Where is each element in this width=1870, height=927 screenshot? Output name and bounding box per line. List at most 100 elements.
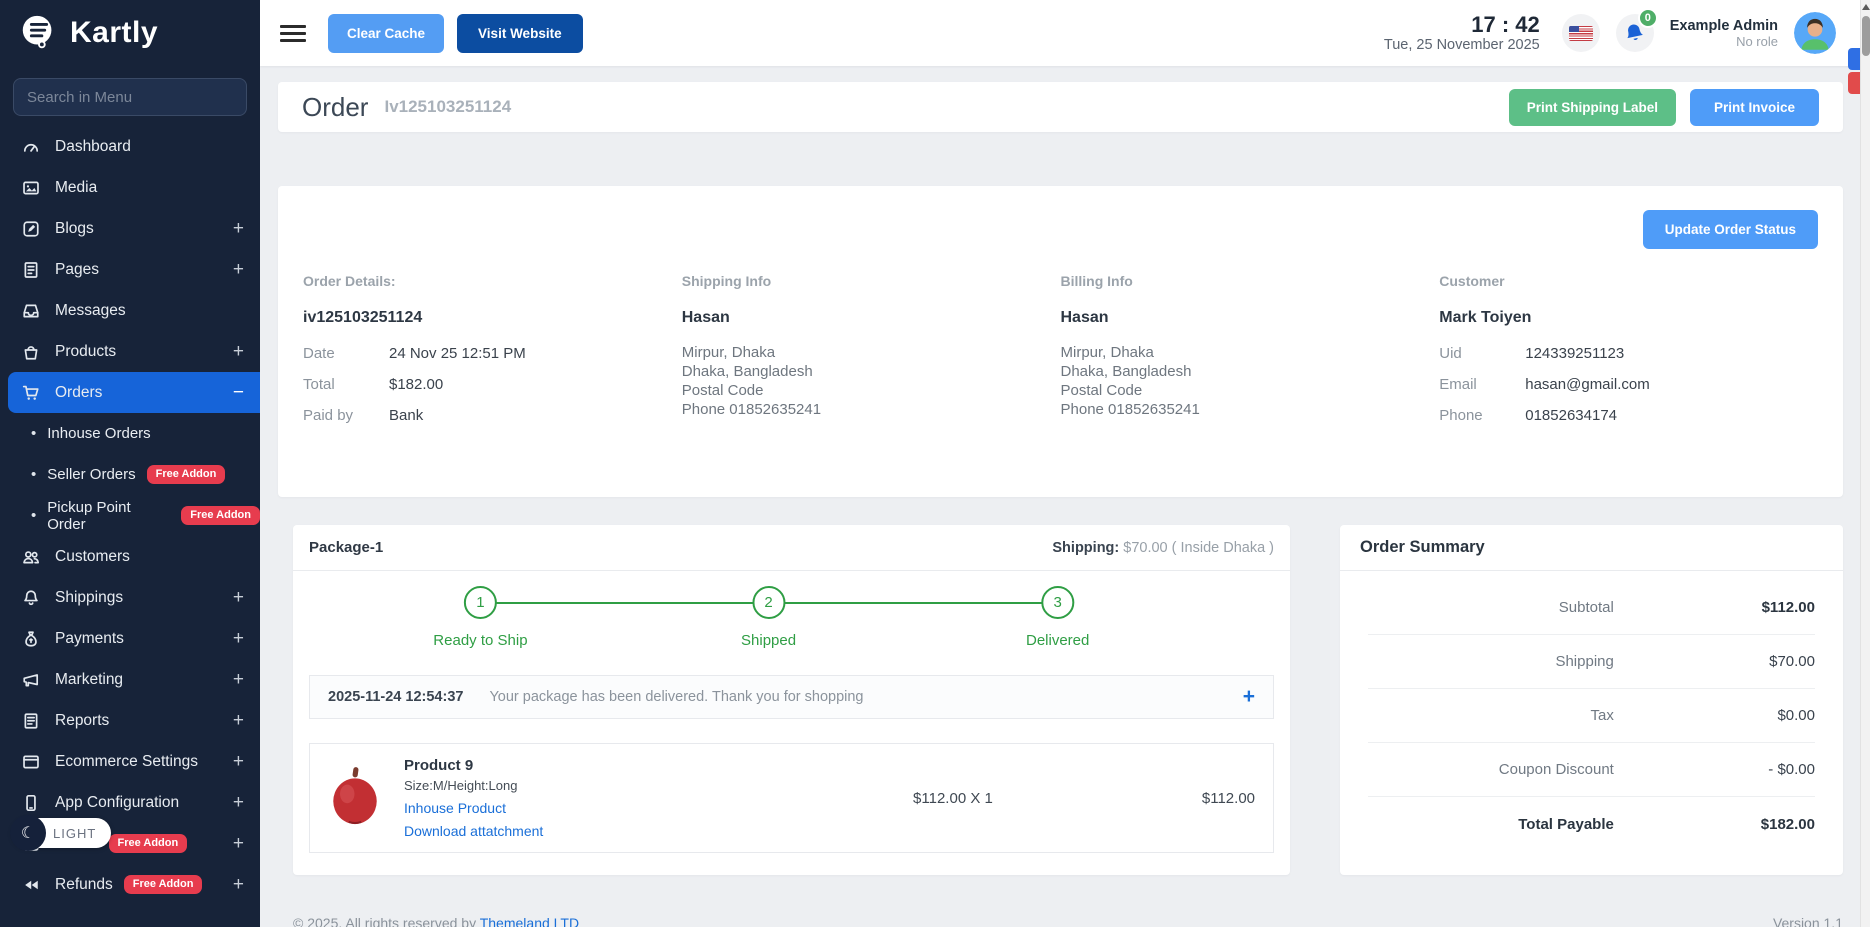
main-content: Order Iv125103251124 Print Shipping Labe… <box>260 66 1870 927</box>
sidebar-item-label: Customers <box>55 548 130 566</box>
notification-count-badge: 0 <box>1638 8 1658 28</box>
sidebar-item-label: Reports <box>55 712 109 730</box>
order-detail-label: Paid by <box>303 407 389 424</box>
customer-detail-value: 124339251123 <box>1525 345 1624 362</box>
expand-plus-icon[interactable]: + <box>233 875 244 894</box>
sidebar-item-label: Ecommerce Settings <box>55 753 198 771</box>
menu-search-input[interactable] <box>13 78 247 116</box>
sidebar-item-messages[interactable]: Messages <box>0 290 260 331</box>
expand-plus-icon[interactable]: + <box>233 834 244 853</box>
sidebar-item-products[interactable]: Products+ <box>0 331 260 372</box>
address-line: Phone 01852635241 <box>682 400 1031 419</box>
sidebar-item-media[interactable]: Media <box>0 167 260 208</box>
sidebar-menu: DashboardMediaBlogs+ Pages + MessagesProduc… <box>0 120 260 905</box>
summary-row-value: $112.00 <box>1614 599 1815 616</box>
sidebar-item-label: Orders <box>55 384 102 402</box>
print-invoice-button[interactable]: Print Invoice <box>1690 89 1819 126</box>
hamburger-menu-icon[interactable] <box>280 25 306 42</box>
order-info-columns: Order Details: iv125103251124 Date24 Nov… <box>303 273 1818 438</box>
print-shipping-label-button[interactable]: Print Shipping Label <box>1509 89 1676 126</box>
order-info-card: Update Order Status Order Details: iv125… <box>278 186 1843 497</box>
summary-row: Shipping$70.00 <box>1368 635 1815 689</box>
expand-plus-icon[interactable]: + <box>233 793 244 812</box>
sidebar-item-blogs[interactable]: Blogs+ <box>0 208 260 249</box>
order-details-heading: Order Details: <box>303 273 652 289</box>
footer-version: Version 1.1 <box>1773 915 1843 927</box>
sidebar-subitem-pickup-point-order[interactable]: •Pickup Point OrderFree Addon <box>0 495 260 536</box>
sidebar-item-payments[interactable]: Payments+ <box>0 618 260 659</box>
delivery-timeline-row: 2025-11-24 12:54:37 Your package has bee… <box>309 675 1274 719</box>
theme-toggle[interactable]: ☾ LIGHT <box>12 818 111 848</box>
step-label: Shipped <box>741 632 796 649</box>
sidebar-item-app-configuration[interactable]: App Configuration+ <box>0 782 260 823</box>
billing-address: Mirpur, DhakaDhaka, BangladeshPostal Cod… <box>1061 343 1410 419</box>
order-detail-row: Date24 Nov 25 12:51 PM <box>303 345 652 362</box>
users-icon <box>22 548 40 566</box>
customer-name: Mark Toiyen <box>1439 309 1788 327</box>
order-summary-title: Order Summary <box>1340 525 1843 571</box>
sidebar-subitem-inhouse-orders[interactable]: •Inhouse Orders <box>0 413 260 454</box>
sidebar-item-reports[interactable]: Reports + <box>0 700 260 741</box>
scrollbar-thumb[interactable] <box>1862 16 1870 56</box>
collapse-minus-icon[interactable]: − <box>233 383 244 402</box>
sidebar-item-marketing[interactable]: Marketing+ <box>0 659 260 700</box>
shipping-address: Mirpur, DhakaDhaka, BangladeshPostal Cod… <box>682 343 1031 419</box>
sidebar-item-refunds[interactable]: Refunds Free Addon + <box>0 864 260 905</box>
visit-website-button[interactable]: Visit Website <box>457 14 583 53</box>
summary-row-label: Tax <box>1368 707 1614 724</box>
sidebar-item-pages[interactable]: Pages + <box>0 249 260 290</box>
update-order-status-button[interactable]: Update Order Status <box>1643 210 1818 249</box>
language-flag-button[interactable] <box>1562 14 1600 52</box>
timeline-expand-icon[interactable]: + <box>1243 685 1255 709</box>
free-addon-badge: Free Addon <box>124 875 203 894</box>
us-flag-icon <box>1569 26 1593 41</box>
order-detail-label: Total <box>303 376 389 393</box>
user-name: Example Admin <box>1670 18 1778 34</box>
expand-plus-icon[interactable]: + <box>233 711 244 730</box>
sidebar-item-ecommerce-settings[interactable]: Ecommerce Settings + <box>0 741 260 782</box>
expand-plus-icon[interactable]: + <box>233 588 244 607</box>
order-details-id: iv125103251124 <box>303 309 652 327</box>
sidebar-item-orders[interactable]: Orders − <box>8 372 260 413</box>
clear-cache-button[interactable]: Clear Cache <box>328 14 444 53</box>
product-row: Product 9 Size:M/Height:Long Inhouse Pro… <box>309 743 1274 853</box>
sidebar-item-shippings[interactable]: Shippings+ <box>0 577 260 618</box>
rewind-icon <box>22 876 40 894</box>
order-detail-value: 24 Nov 25 12:51 PM <box>389 345 526 362</box>
user-meta: Example Admin No role <box>1670 18 1778 49</box>
page-scrollbar[interactable] <box>1860 0 1870 927</box>
avatar[interactable] <box>1794 12 1836 54</box>
cart-icon <box>22 384 40 402</box>
summary-row-value: $70.00 <box>1614 653 1815 670</box>
sidebar-subitem-seller-orders[interactable]: •Seller OrdersFree Addon <box>0 454 260 495</box>
summary-row-label: Total Payable <box>1368 816 1614 833</box>
sidebar-item-label: Pages <box>55 261 99 279</box>
footer-company-link[interactable]: Themeland LTD <box>480 915 579 927</box>
expand-plus-icon[interactable]: + <box>233 342 244 361</box>
customer-column: Customer Mark Toiyen Uid124339251123Emai… <box>1439 273 1818 438</box>
address-line: Mirpur, Dhaka <box>1061 343 1410 362</box>
expand-plus-icon[interactable]: + <box>233 629 244 648</box>
inhouse-product-link[interactable]: Inhouse Product <box>404 800 704 816</box>
scrollbar-up-arrow[interactable] <box>1862 4 1870 10</box>
package-title: Package-1 <box>309 539 383 556</box>
customer-detail-value: hasan@gmail.com <box>1525 376 1649 393</box>
notifications-button[interactable]: 0 <box>1616 14 1654 52</box>
download-attachment-link[interactable]: Download attatchment <box>404 823 704 839</box>
sidebar-item-dashboard[interactable]: Dashboard <box>0 126 260 167</box>
expand-plus-icon[interactable]: + <box>233 752 244 771</box>
shipping-name: Hasan <box>682 309 1031 327</box>
expand-plus-icon[interactable]: + <box>233 260 244 279</box>
clock: 17 : 42 Tue, 25 November 2025 <box>1384 13 1540 53</box>
order-detail-value: $182.00 <box>389 376 443 393</box>
sidebar-item-label: Refunds <box>55 876 113 894</box>
package-card: Package-1 Shipping: $70.00 ( Inside Dhak… <box>293 525 1290 875</box>
phone-icon <box>22 794 40 812</box>
brand-logo[interactable]: Kartly <box>0 0 260 66</box>
expand-plus-icon[interactable]: + <box>233 219 244 238</box>
free-addon-badge: Free Addon <box>147 465 226 484</box>
step-label: Ready to Ship <box>433 632 527 649</box>
sidebar-item-customers[interactable]: Customers <box>0 536 260 577</box>
step-delivered: 3Delivered <box>1026 586 1089 649</box>
expand-plus-icon[interactable]: + <box>233 670 244 689</box>
